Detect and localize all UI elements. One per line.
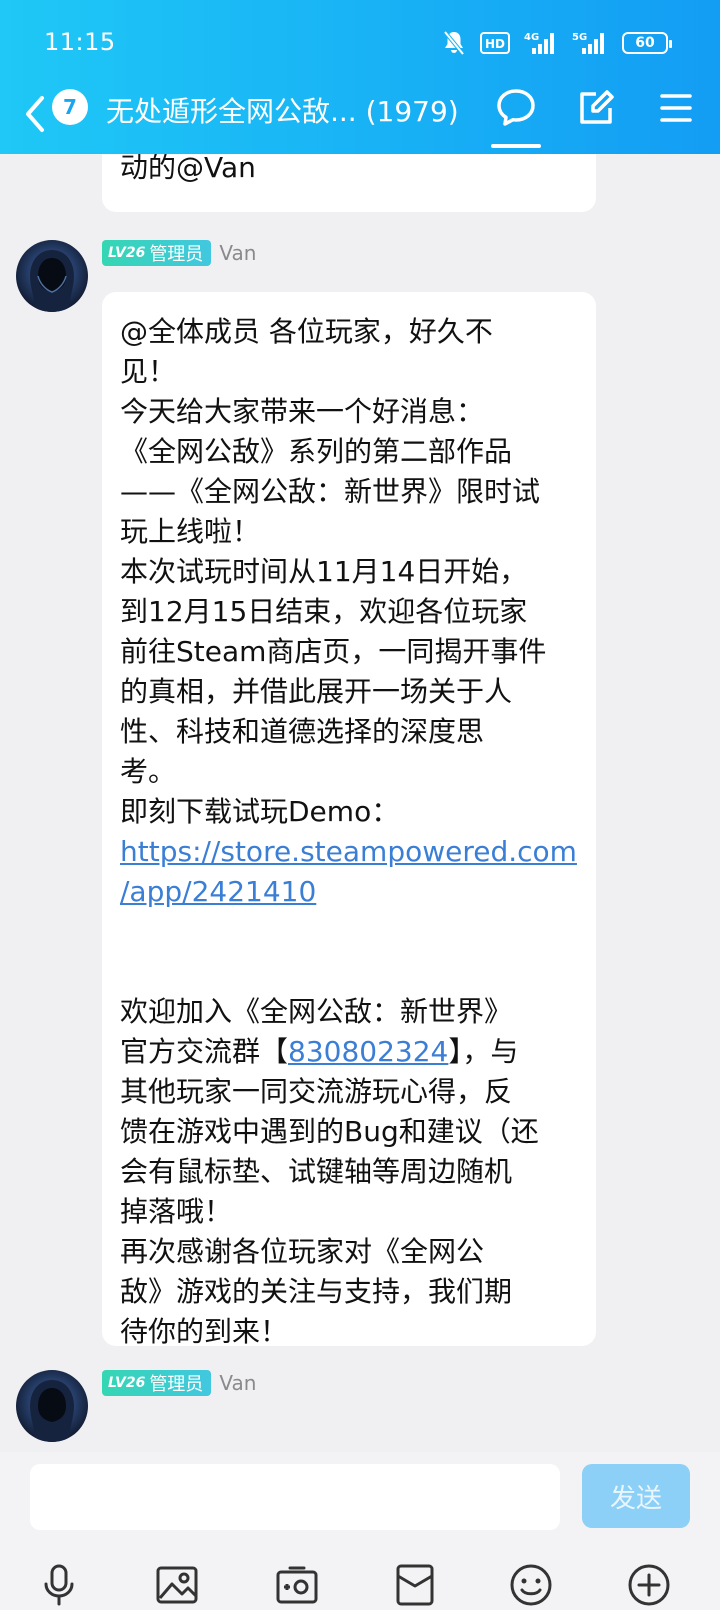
menu-icon[interactable] <box>654 86 698 130</box>
message-line: 馈在游戏中遇到的Bug和建议（还 <box>120 1115 539 1148</box>
message-line: 欢迎加入《全网公敌：新世界》 <box>120 995 513 1028</box>
message-line: 其他玩家一同交流游玩心得，反 <box>120 1075 513 1108</box>
send-button[interactable]: 发送 <box>582 1464 690 1528</box>
chevron-left-icon <box>26 96 44 132</box>
join-suffix: 】，与 <box>448 1035 519 1068</box>
battery-icon: 60 <box>622 32 672 54</box>
chat-title[interactable]: 无处遁形全网公敌... (1979) <box>106 90 466 130</box>
hooded-figure-icon <box>30 250 74 312</box>
camera-icon[interactable] <box>274 1562 320 1608</box>
active-tab-indicator <box>491 144 541 148</box>
status-bar: 11:15 HD 4G 5G 60 <box>0 0 720 84</box>
steam-link[interactable]: https://store.steampowered.com <box>120 832 578 872</box>
back-button[interactable] <box>22 94 50 134</box>
message-line: 到12月15日结束，欢迎各位玩家 <box>120 595 528 628</box>
composer: 发送 <box>0 1452 720 1610</box>
edit-icon[interactable] <box>574 86 618 130</box>
message-line: 掉落哦！ <box>120 1195 233 1228</box>
message-line: 见！ <box>120 355 177 388</box>
level-badge: LV26 管理员 <box>102 1370 212 1396</box>
role-label: 管理员 <box>149 1374 204 1395</box>
message-line: ——《全网公敌：新世界》限时试 <box>120 475 541 508</box>
chat-bubble-icon[interactable] <box>494 86 538 130</box>
message-line: 的真相，并借此展开一场关于人 <box>120 675 513 708</box>
message-line: 考。 <box>120 755 177 788</box>
sender-name[interactable]: Van <box>219 1371 256 1395</box>
battery-level: 60 <box>635 35 655 51</box>
message-line: 《全网公敌》系列的第二部作品 <box>120 435 513 468</box>
message-line: 官方交流群【830802324】，与 <box>120 1032 578 1072</box>
red-packet-icon[interactable] <box>392 1562 438 1608</box>
message-line: 前往Steam商店页，一同揭开事件 <box>120 635 547 668</box>
svg-text:4G: 4G <box>524 32 539 43</box>
microphone-icon[interactable] <box>36 1562 82 1608</box>
join-prefix: 官方交流群【 <box>120 1035 289 1068</box>
message-text: 动的@Van <box>120 154 256 184</box>
sender-info: LV26 管理员 Van <box>102 240 256 266</box>
steam-link-continued[interactable]: /app/2421410 <box>120 872 578 912</box>
image-icon[interactable] <box>154 1562 200 1608</box>
svg-text:5G: 5G <box>572 32 587 43</box>
hd-icon: HD <box>480 32 510 54</box>
level-label: LV26 <box>108 245 146 261</box>
message-line: 性、科技和道德选择的深度思 <box>120 715 485 748</box>
group-number-link[interactable]: 830802324 <box>288 1035 448 1068</box>
chat-screen: 11:15 HD 4G 5G 60 7 无处遁形全网公敌... (1979) 动… <box>0 0 720 1610</box>
avatar[interactable] <box>16 1370 88 1442</box>
message-bubble[interactable]: 动的@Van <box>102 154 596 212</box>
plus-icon[interactable] <box>626 1562 672 1608</box>
role-label: 管理员 <box>149 244 204 265</box>
sender-info: LV26 管理员 Van <box>102 1370 256 1396</box>
message-line: 会有鼠标垫、试键轴等周边随机 <box>120 1155 513 1188</box>
avatar[interactable] <box>16 240 88 312</box>
message-input[interactable] <box>30 1464 560 1530</box>
hooded-figure-icon <box>30 1380 74 1442</box>
signal-5g-icon: 5G <box>572 30 608 56</box>
svg-text:HD: HD <box>485 37 505 51</box>
sender-name[interactable]: Van <box>219 241 256 265</box>
level-badge: LV26 管理员 <box>102 240 212 266</box>
message-bubble[interactable]: @全体成员 各位玩家，好久不 见！ 今天给大家带来一个好消息： 《全网公敌》系列… <box>102 292 596 1348</box>
header: 11:15 HD 4G 5G 60 7 无处遁形全网公敌... (1979) <box>0 0 720 154</box>
message-line: 玩上线啦！ <box>120 515 261 548</box>
message-line: 待你的到来！ <box>120 1315 289 1348</box>
mute-bell-icon <box>442 30 466 56</box>
unread-count-badge[interactable]: 7 <box>52 89 88 125</box>
signal-4g-icon: 4G <box>524 30 558 56</box>
nav-bar: 7 无处遁形全网公敌... (1979) <box>0 84 720 154</box>
message-line: 今天给大家带来一个好消息： <box>120 395 485 428</box>
message-line: 再次感谢各位玩家对《全网公 <box>120 1235 485 1268</box>
message-line: 本次试玩时间从11月14日开始， <box>120 555 528 588</box>
message-list[interactable]: 动的@Van LV26 管理员 Van @全体成员 各位玩家，好久不 见！ 今天… <box>0 154 720 1452</box>
message-line: 即刻下载试玩Demo： <box>120 795 400 828</box>
status-icons: HD 4G 5G 60 <box>442 28 672 58</box>
message-line: 敌》游戏的关注与支持，我们期 <box>120 1275 513 1308</box>
status-time: 11:15 <box>44 28 116 56</box>
message-line: @全体成员 各位玩家，好久不 <box>120 315 493 348</box>
emoji-icon[interactable] <box>508 1562 554 1608</box>
level-label: LV26 <box>108 1375 146 1391</box>
